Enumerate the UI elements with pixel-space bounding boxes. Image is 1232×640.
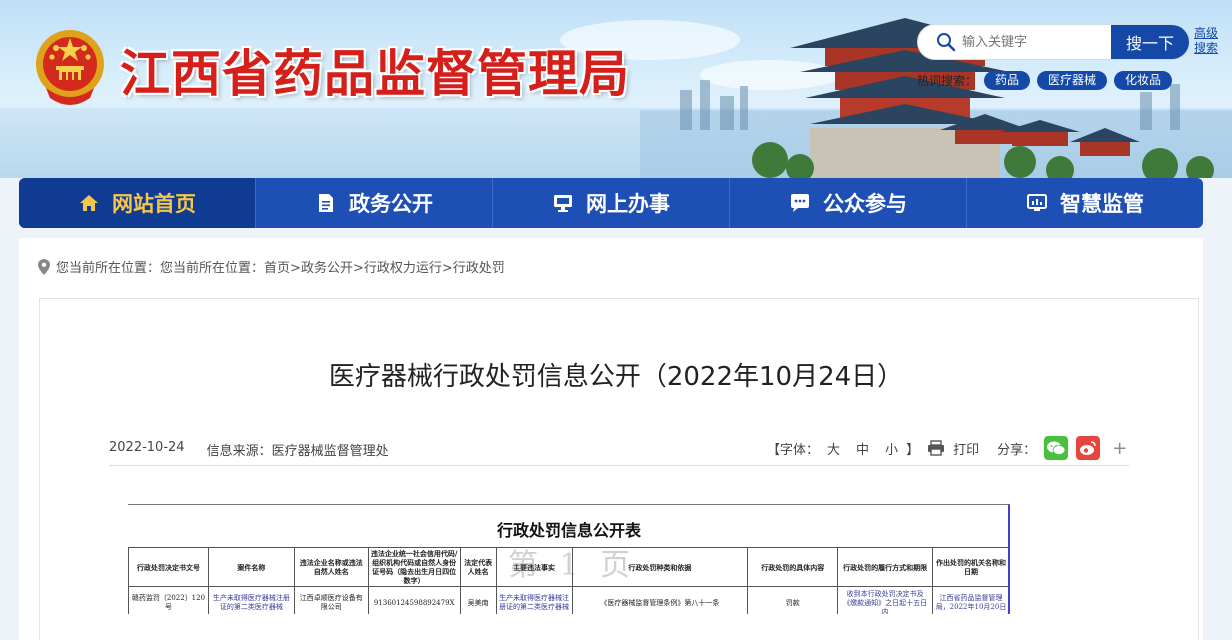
table-header-cell: 作出处罚的机关名称和日期 [932, 547, 1008, 587]
breadcrumb-separator: > [441, 261, 453, 276]
table-cell: 江西省药品监督管理局，2022年10月20日 [932, 586, 1008, 614]
table-cell: 江西卓顺医疗设备有限公司 [293, 586, 369, 614]
font-size-medium[interactable]: 中 [856, 439, 869, 458]
monitor-icon [554, 195, 572, 212]
table-cell: 罚款 [747, 586, 839, 614]
table-header-cell: 行政处罚的履行方式和期限 [837, 547, 934, 587]
breadcrumb-separator: > [352, 261, 364, 276]
nav-item-government-affairs[interactable]: 政务公开 [256, 178, 493, 228]
chat-icon [791, 194, 809, 212]
search-button[interactable]: 搜一下 [1111, 25, 1189, 59]
breadcrumb-link-administrative-penalty[interactable]: 行政处罚 [453, 261, 505, 276]
font-size-large[interactable]: 大 [827, 439, 840, 458]
site-header: 江西省药品监督管理局 输入关键字 搜一下 高级搜索 热词搜索： 药品 医疗器械 … [0, 0, 1232, 178]
table-header-cell: 行政处罚决定书文号 [128, 547, 209, 587]
table-cell: 91360124598892479X [367, 586, 461, 614]
share-label: 分享： [997, 442, 1037, 458]
article-meta: 2022-10-24 信息来源：医疗器械监督管理处 [109, 440, 389, 459]
font-size-label: 【字体： [767, 442, 820, 458]
weibo-icon [1080, 441, 1096, 455]
nav-item-label: 网站首页 [112, 192, 196, 216]
article-date: 2022-10-24 [109, 440, 185, 455]
document-icon [319, 194, 333, 212]
print-icon [928, 440, 945, 456]
main-nav: 网站首页 政务公开 网上办事 公众参与 智慧监管 [19, 178, 1203, 228]
wechat-icon [1047, 441, 1066, 455]
table-header-cell: 违法企业名称或违法自然人姓名 [293, 547, 369, 587]
meta-divider [109, 465, 1129, 466]
nav-item-label: 政务公开 [349, 192, 433, 216]
hot-tag-cosmetics[interactable]: 化妆品 [1114, 71, 1173, 90]
nav-item-label: 公众参与 [823, 192, 907, 216]
search-icon [937, 33, 956, 52]
location-pin-icon [38, 258, 50, 275]
page-watermark: 第 1 页 [508, 548, 637, 583]
breadcrumb-link-administrative-power[interactable]: 行政权力运行 [364, 261, 442, 276]
advanced-search-link[interactable]: 高级搜索 [1194, 26, 1224, 56]
table-header-cell: 案件名称 [207, 547, 295, 587]
nav-item-label: 网上办事 [586, 192, 670, 216]
table-header-cell: 法定代表人姓名 [459, 547, 497, 587]
home-icon [80, 195, 98, 211]
table-cell: 生产未取得医疗器械注册证的第二类医疗器械 [207, 586, 295, 614]
nav-item-public-participation[interactable]: 公众参与 [730, 178, 967, 228]
table-cell: 收到本行政处罚决定书及《缴款通知》之日起十五日内 [837, 586, 934, 614]
breadcrumb-link-government-affairs[interactable]: 政务公开 [301, 261, 353, 276]
print-button[interactable]: 打印 [953, 439, 979, 458]
nav-item-smart-supervision[interactable]: 智慧监管 [967, 178, 1203, 228]
site-title: 江西省药品监督管理局 [120, 44, 630, 103]
national-emblem-icon [36, 30, 104, 105]
nav-item-label: 智慧监管 [1060, 192, 1144, 216]
hot-tag-medical-devices[interactable]: 医疗器械 [1037, 71, 1108, 90]
breadcrumb-separator: > [290, 261, 301, 276]
nav-item-online-services[interactable]: 网上办事 [493, 178, 730, 228]
nav-item-home[interactable]: 网站首页 [19, 178, 256, 228]
hot-search-label: 热词搜索： [917, 74, 978, 88]
search-input[interactable] [962, 25, 1112, 59]
font-size-small[interactable]: 小 [885, 439, 898, 458]
table-cell: 生产未取得医疗器械注册证的第二类医疗器械 [495, 586, 573, 614]
article-title: 医疗器械行政处罚信息公开（2022年10月24日） [328, 362, 904, 392]
table-header-cell: 违法企业统一社会信用代码/组织机构代码或自然人身份证号码（隐去出生月日四位数字） [367, 547, 461, 587]
dashboard-icon [1027, 194, 1047, 211]
search-bar: 搜一下 [917, 24, 1190, 60]
table-cell: 吴美南 [459, 586, 497, 614]
table-title: 行政处罚信息公开表 [496, 521, 641, 540]
table-cell: 《医疗器械监督管理条例》第八十一条 [571, 586, 749, 614]
share-weibo-button[interactable] [1076, 436, 1101, 460]
table-row: 赣药监罚〔2022〕120号 生产未取得医疗器械注册证的第二类医疗器械 江西卓顺… [128, 586, 1008, 614]
breadcrumb-prefix: 您当前所在位置：您当前所在位置： [56, 261, 265, 276]
article-source: 信息来源：医疗器械监督管理处 [206, 444, 389, 459]
breadcrumb: 您当前所在位置：您当前所在位置： 首页>政务公开>行政权力运行>行政处罚 [38, 257, 505, 276]
share-wechat-button[interactable] [1044, 436, 1069, 460]
hot-search-bar: 热词搜索： 药品 医疗器械 化妆品 [917, 71, 1173, 90]
breadcrumb-link-home[interactable]: 首页 [264, 261, 290, 276]
hot-tag-drugs[interactable]: 药品 [984, 71, 1031, 90]
share-more-button[interactable]: + [1112, 438, 1127, 459]
article-tools: 【字体： 大 中 小 】 打印 分享： + [767, 436, 1127, 460]
font-size-close: 】 [906, 442, 920, 458]
table-header-cell: 行政处罚的具体内容 [747, 547, 839, 587]
table-cell: 赣药监罚〔2022〕120号 [128, 586, 209, 614]
